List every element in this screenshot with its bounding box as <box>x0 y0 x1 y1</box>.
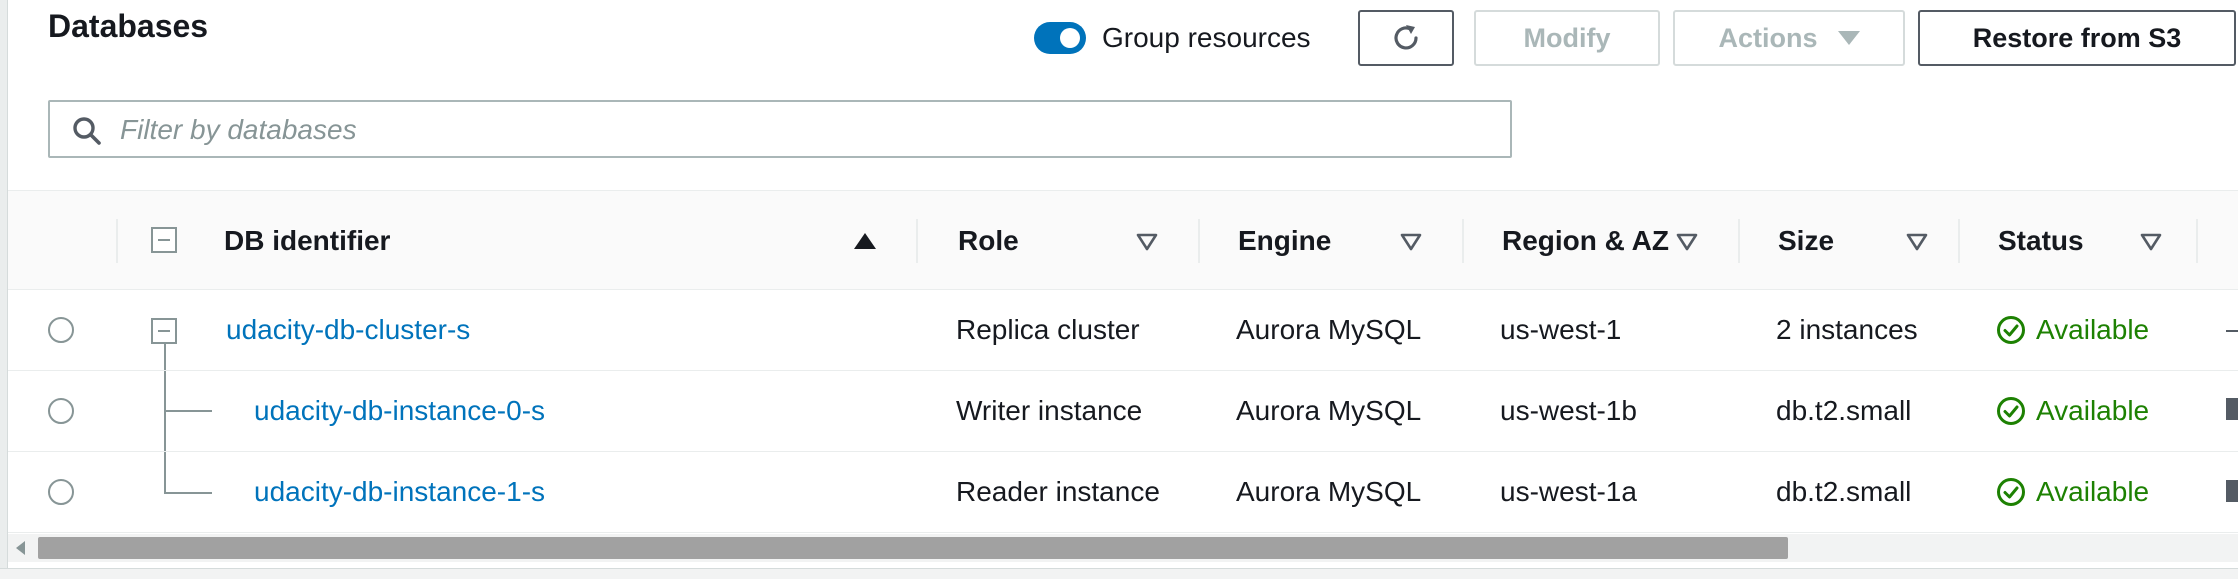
actions-button[interactable]: Actions <box>1673 10 1905 66</box>
column-engine[interactable]: Engine <box>1238 221 1331 261</box>
role-cell: Writer instance <box>956 395 1143 426</box>
db-identifier-link[interactable]: udacity-db-instance-0-s <box>254 391 545 431</box>
search-input[interactable] <box>118 108 1492 152</box>
size-cell: db.t2.small <box>1776 476 1912 507</box>
sort-ascending-icon[interactable] <box>854 233 876 249</box>
databases-panel: Databases Group resources Modify Actions… <box>8 0 2238 568</box>
row-select-radio[interactable] <box>48 317 74 343</box>
column-db-identifier[interactable]: DB identifier <box>224 221 390 261</box>
scroll-left-arrow-icon[interactable] <box>16 541 25 555</box>
region-cell: us-west-1 <box>1500 314 1622 345</box>
column-separator <box>1958 219 1960 263</box>
row-select-radio[interactable] <box>48 398 74 424</box>
table-row[interactable]: udacity-db-instance-0-s Writer instance … <box>8 371 2238 452</box>
check-circle-icon <box>1997 397 2025 425</box>
sort-descending-icon[interactable] <box>1400 233 1422 251</box>
column-size[interactable]: Size <box>1778 221 1834 261</box>
search-icon <box>73 117 101 145</box>
check-circle-icon <box>1997 316 2025 344</box>
column-separator <box>916 219 918 263</box>
caret-down-icon <box>1837 31 1860 45</box>
role-cell: Reader instance <box>956 476 1160 507</box>
refresh-icon <box>1394 25 1418 50</box>
column-separator <box>1198 219 1200 263</box>
engine-cell: Aurora MySQL <box>1236 476 1422 507</box>
engine-cell: Aurora MySQL <box>1236 395 1422 426</box>
truncated-column-mark <box>2226 330 2238 332</box>
truncated-column-mark <box>2226 480 2238 502</box>
bottom-edge <box>0 568 2238 579</box>
group-resources-toggle[interactable] <box>1034 22 1086 54</box>
scrollbar-thumb[interactable] <box>38 537 1788 559</box>
group-resources-label: Group resources <box>1102 22 1311 53</box>
table-header: DB identifier Role Engine Region & AZ Si… <box>8 190 2238 290</box>
region-cell: us-west-1b <box>1500 395 1637 426</box>
page-title: Databases <box>48 8 209 44</box>
modify-button[interactable]: Modify <box>1474 10 1660 66</box>
column-separator <box>116 219 118 263</box>
region-cell: us-west-1a <box>1500 476 1637 507</box>
filter-search-box[interactable] <box>48 100 1512 158</box>
status-cell: Available <box>2036 476 2150 507</box>
sort-descending-icon[interactable] <box>1676 233 1698 251</box>
column-separator <box>2196 219 2198 263</box>
restore-button-label: Restore from S3 <box>1972 22 2182 53</box>
collapse-row-icon[interactable] <box>151 318 177 344</box>
truncated-column-mark <box>2226 398 2238 420</box>
restore-from-s3-button[interactable]: Restore from S3 <box>1918 10 2236 66</box>
sort-descending-icon[interactable] <box>2140 233 2162 251</box>
modify-button-label: Modify <box>1523 22 1611 53</box>
column-separator <box>1738 219 1740 263</box>
row-select-radio[interactable] <box>48 479 74 505</box>
column-role[interactable]: Role <box>958 221 1019 261</box>
column-separator <box>1462 219 1464 263</box>
db-identifier-link[interactable]: udacity-db-instance-1-s <box>254 472 545 512</box>
size-cell: db.t2.small <box>1776 395 1912 426</box>
table-row[interactable]: udacity-db-instance-1-s Reader instance … <box>8 452 2238 533</box>
sort-descending-icon[interactable] <box>1906 233 1928 251</box>
table-row[interactable]: udacity-db-cluster-s Replica cluster Aur… <box>8 290 2238 371</box>
size-cell: 2 instances <box>1776 314 1918 345</box>
horizontal-scrollbar[interactable] <box>8 534 2238 562</box>
engine-cell: Aurora MySQL <box>1236 314 1422 345</box>
toggle-knob <box>1060 28 1080 48</box>
refresh-button[interactable] <box>1358 10 1454 66</box>
check-circle-icon <box>1997 478 2025 506</box>
db-identifier-link[interactable]: udacity-db-cluster-s <box>226 310 470 350</box>
role-cell: Replica cluster <box>956 314 1140 345</box>
status-cell: Available <box>2036 395 2150 426</box>
sort-descending-icon[interactable] <box>1136 233 1158 251</box>
column-region-az[interactable]: Region & AZ <box>1502 221 1669 261</box>
column-status[interactable]: Status <box>1998 221 2084 261</box>
page-left-border <box>0 0 8 578</box>
collapse-all-icon[interactable] <box>151 227 177 253</box>
actions-button-label: Actions <box>1718 22 1818 53</box>
status-cell: Available <box>2036 314 2150 345</box>
